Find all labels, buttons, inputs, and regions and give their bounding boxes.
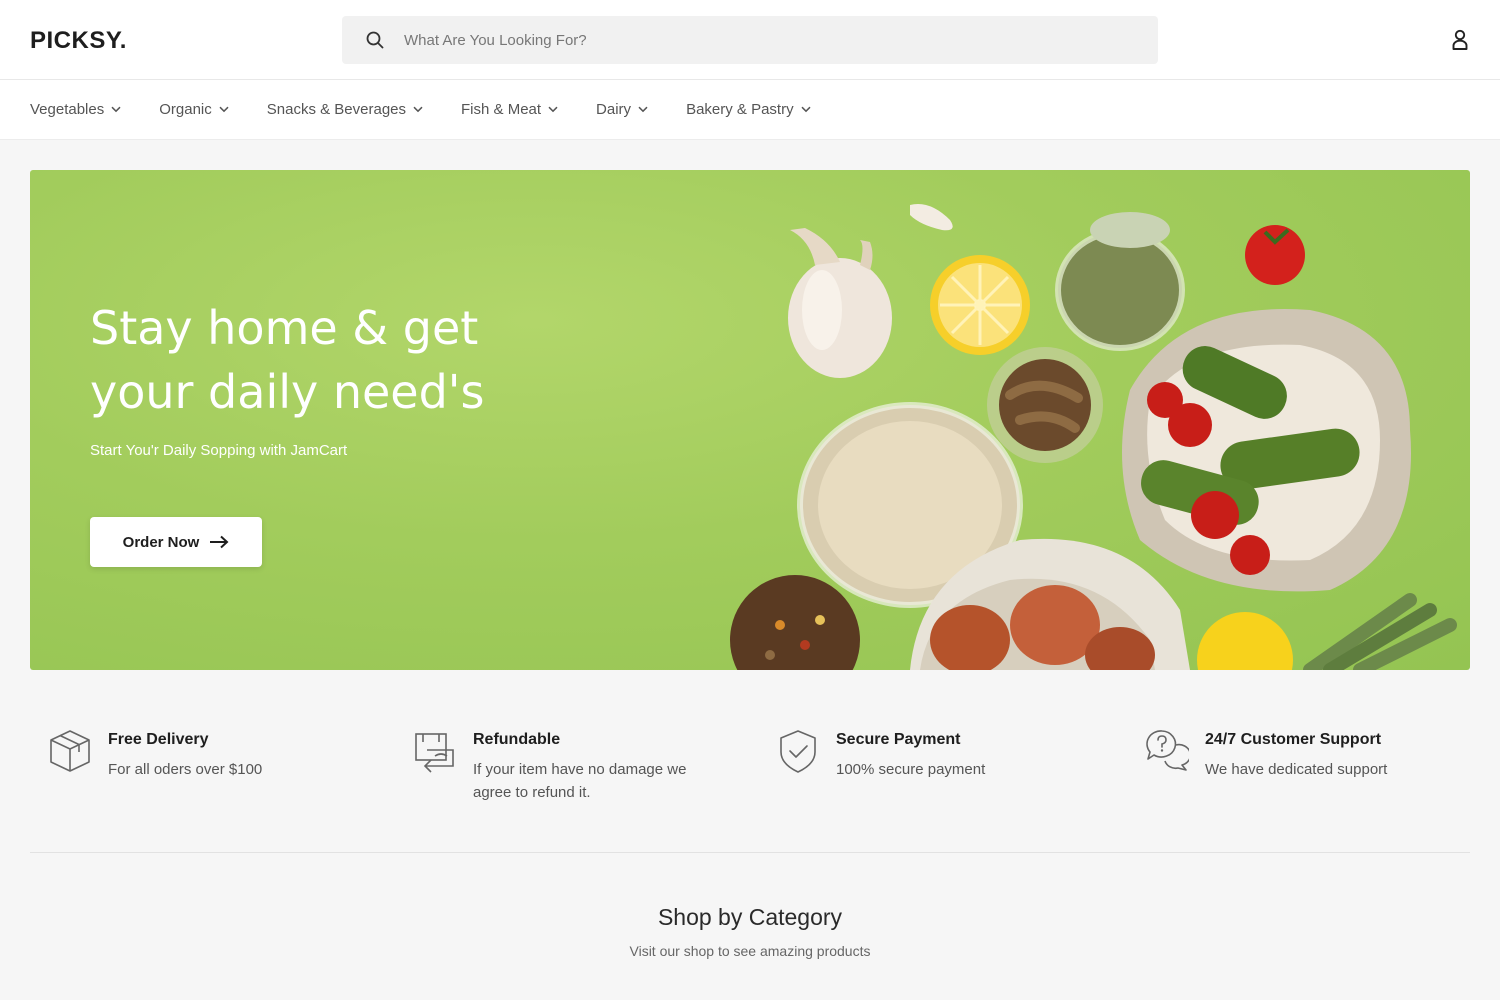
header: PICKSY.	[0, 0, 1500, 80]
nav-item-label: Vegetables	[30, 101, 105, 118]
garlic-image	[788, 228, 892, 378]
chevron-down-icon	[801, 106, 811, 113]
nav-item-label: Organic	[159, 101, 212, 118]
category-nav: Vegetables Organic Snacks & Beverages Fi…	[0, 80, 1500, 140]
search-bar[interactable]	[342, 16, 1158, 64]
nav-item-organic[interactable]: Organic	[159, 101, 229, 118]
groceries-hero-image	[730, 204, 1457, 670]
feature-secure-payment: Secure Payment 100% secure payment	[776, 728, 985, 781]
chevron-down-icon	[413, 106, 423, 113]
feature-customer-support: 24/7 Customer Support We have dedicated …	[1145, 728, 1387, 781]
order-now-button[interactable]: Order Now	[90, 517, 262, 567]
section-divider	[30, 852, 1470, 853]
chevron-down-icon	[219, 106, 229, 113]
chevron-down-icon	[548, 106, 558, 113]
feature-desc: We have dedicated support	[1205, 761, 1388, 778]
nav-item-label: Dairy	[596, 101, 632, 118]
feature-desc: If your item have no damage we agree to …	[473, 761, 687, 801]
checkered-bag-image	[1122, 309, 1411, 592]
chevron-down-icon	[638, 106, 648, 113]
feature-desc: For all oders over $100	[108, 761, 263, 778]
hero-title: Stay home & get your daily need's	[90, 301, 485, 419]
feature-desc: 100% secure payment	[836, 761, 986, 778]
hero-banner: Stay home & get your daily need's Start …	[30, 170, 1470, 670]
user-account-icon[interactable]	[1450, 28, 1470, 52]
support-chat-icon	[1146, 730, 1189, 771]
shop-by-category-title: Shop by Category	[657, 904, 843, 930]
feature-free-delivery: Free Delivery For all oders over $100	[48, 728, 262, 781]
nav-item-dairy[interactable]: Dairy	[596, 101, 648, 118]
feature-title: Secure Payment	[836, 731, 961, 748]
nav-item-bakery-pastry[interactable]: Bakery & Pastry	[686, 101, 811, 118]
nav-item-label: Snacks & Beverages	[266, 101, 407, 118]
feature-refundable: Refundable If your item have no damage w…	[413, 728, 723, 804]
nav-item-label: Fish & Meat	[461, 101, 542, 118]
search-input[interactable]	[404, 31, 1104, 49]
chevron-down-icon	[111, 106, 121, 113]
search-icon[interactable]	[366, 31, 384, 49]
tomato-image	[1245, 225, 1305, 285]
nav-item-snacks-beverages[interactable]: Snacks & Beverages	[267, 101, 423, 118]
order-now-label: Order Now	[122, 533, 200, 551]
box-icon	[50, 730, 90, 772]
shop-by-category-subtitle: Visit our shop to see amazing products	[629, 943, 871, 959]
turmeric-bowl-image	[987, 347, 1103, 463]
feature-title: Free Delivery	[108, 731, 209, 748]
refund-icon	[415, 733, 454, 773]
asparagus-image	[1303, 593, 1457, 670]
nav-item-vegetables[interactable]: Vegetables	[30, 101, 121, 118]
nav-item-label: Bakery & Pastry	[686, 101, 794, 118]
nav-item-fish-meat[interactable]: Fish & Meat	[461, 101, 558, 118]
hero-subtitle: Start You'r Daily Sopping with JamCart	[90, 442, 348, 459]
feature-title: Refundable	[473, 731, 561, 748]
feature-title: 24/7 Customer Support	[1205, 731, 1382, 748]
lentil-bowl-image	[730, 575, 860, 670]
bean-jar-image	[1055, 212, 1185, 351]
logo[interactable]: PICKSY.	[30, 27, 127, 55]
shield-icon	[780, 730, 816, 773]
lemon-image	[930, 255, 1030, 355]
arrow-right-icon	[210, 535, 229, 549]
